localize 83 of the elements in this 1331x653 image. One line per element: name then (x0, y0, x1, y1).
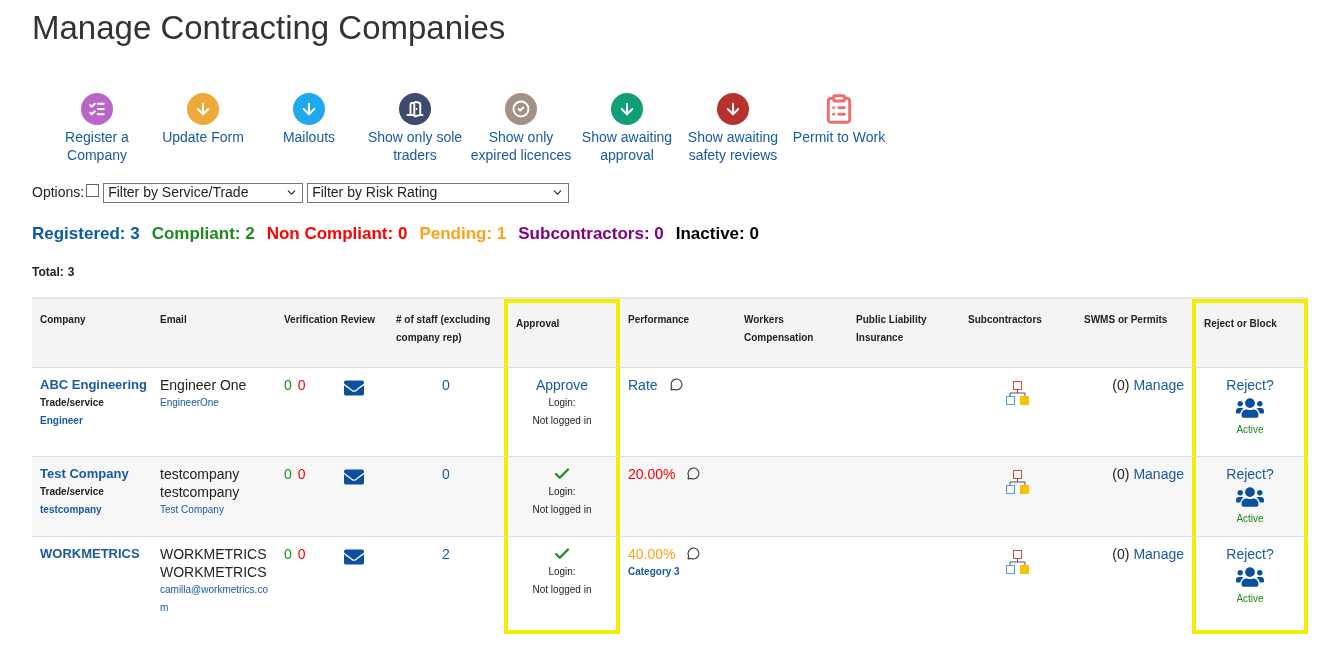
contact-name: Engineer One (160, 375, 248, 394)
comment-icon[interactable] (687, 467, 701, 480)
company-link[interactable]: WORKMETRICS (40, 544, 148, 563)
unverified-count: 0 (297, 464, 306, 483)
toolbar-link[interactable]: Show only expired licences (470, 128, 572, 164)
toolbar-link[interactable]: Show awaiting safety reviews (682, 128, 784, 164)
contact-name: testcompany testcompany (160, 464, 241, 501)
permit-count: (0) (1112, 464, 1130, 483)
column-header: Reject or Block (1204, 316, 1278, 331)
toolbar-link[interactable]: Register a Company (46, 128, 148, 164)
toolbar-link[interactable]: Mailouts (258, 128, 360, 146)
column-header: Approval (516, 316, 561, 331)
count-label: Pending: 1 (419, 223, 507, 245)
hierarchy-icon[interactable] (1005, 468, 1031, 495)
login-status: Not logged in (532, 502, 592, 517)
comment-icon[interactable] (687, 547, 701, 560)
status-label: Active (1236, 422, 1264, 437)
email-link[interactable]: camilla@workmetrics.com (160, 580, 272, 617)
staff-count[interactable]: 0 (442, 464, 450, 483)
toolbar-link[interactable]: Show only sole traders (364, 128, 466, 164)
category-link[interactable]: Category 3 (628, 562, 728, 581)
toolbar-link[interactable]: Permit to Work (788, 128, 890, 146)
toolbar-link[interactable]: Update Form (152, 128, 254, 146)
total-value: 3 (67, 263, 75, 281)
approve-link[interactable]: Approve (535, 375, 589, 394)
options-checkbox[interactable] (86, 184, 100, 197)
page-title: Manage Contracting Companies (32, 8, 506, 48)
email-link[interactable]: EngineerOne (160, 393, 272, 412)
contact-name: WORKMETRICS WORKMETRICS (160, 544, 268, 581)
column-header: Workers Compensation (744, 312, 815, 345)
manage-link[interactable]: Manage (1133, 544, 1184, 563)
column-header: Verification Review (284, 312, 377, 327)
reject-link[interactable]: Reject? (1226, 375, 1274, 394)
reject-link[interactable]: Reject? (1226, 464, 1274, 483)
column-header: SWMS or Permits (1084, 312, 1169, 327)
toolbar-link[interactable]: Show awaiting approval (576, 128, 678, 164)
verified-count: 0 (284, 464, 292, 483)
permit-count: (0) (1112, 375, 1130, 394)
email-link[interactable]: Test Company (160, 500, 272, 519)
status-label: Active (1236, 511, 1264, 526)
count-label: Registered: 3 (32, 223, 140, 245)
login-status: Not logged in (532, 582, 592, 597)
trade-label: Trade/service (40, 484, 105, 499)
unverified-count: 0 (297, 544, 306, 563)
count-label: Compliant: 2 (151, 223, 255, 245)
column-header: Public Liability Insurance (856, 312, 928, 345)
login-label: Login: (548, 564, 576, 579)
manage-link[interactable]: Manage (1133, 375, 1184, 394)
verified-count: 0 (284, 375, 292, 394)
trade-link[interactable]: Engineer (40, 411, 148, 430)
column-header: Company (40, 312, 87, 327)
staff-count[interactable]: 2 (442, 544, 450, 563)
filter-select[interactable]: Filter by Risk Rating (307, 182, 570, 203)
status-label: Active (1236, 591, 1264, 606)
comment-icon[interactable] (669, 378, 683, 391)
company-link[interactable]: ABC Engineering (40, 375, 148, 394)
performance-value: 20.00% (628, 464, 676, 483)
count-label: Inactive: 0 (675, 223, 759, 245)
login-label: Login: (548, 484, 576, 499)
filter-select[interactable]: Filter by Service/Trade (103, 182, 304, 203)
hierarchy-icon[interactable] (1005, 548, 1031, 575)
manage-link[interactable]: Manage (1133, 464, 1184, 483)
verified-count: 0 (284, 544, 292, 563)
column-header: # of staff (excluding company rep) (396, 312, 492, 345)
permit-count: (0) (1112, 544, 1130, 563)
unverified-count: 0 (297, 375, 306, 394)
login-label: Login: (548, 395, 576, 410)
performance-value: 40.00% (628, 544, 676, 563)
options-label: Options: (32, 183, 85, 202)
trade-label: Trade/service (40, 395, 105, 410)
login-status: Not logged in (532, 413, 592, 428)
staff-count[interactable]: 0 (442, 375, 450, 394)
performance-value[interactable]: Rate (628, 375, 658, 394)
count-label: Non Compliant: 0 (266, 223, 408, 245)
column-header: Subcontractors (968, 312, 1043, 327)
count-label: Subcontractors: 0 (518, 223, 664, 245)
trade-link[interactable]: testcompany (40, 500, 148, 519)
company-link[interactable]: Test Company (40, 464, 148, 483)
total-label: Total: (32, 263, 64, 281)
hierarchy-icon[interactable] (1005, 379, 1031, 406)
column-header: Performance (628, 312, 691, 327)
column-header: Email (160, 312, 188, 327)
reject-link[interactable]: Reject? (1226, 544, 1274, 563)
